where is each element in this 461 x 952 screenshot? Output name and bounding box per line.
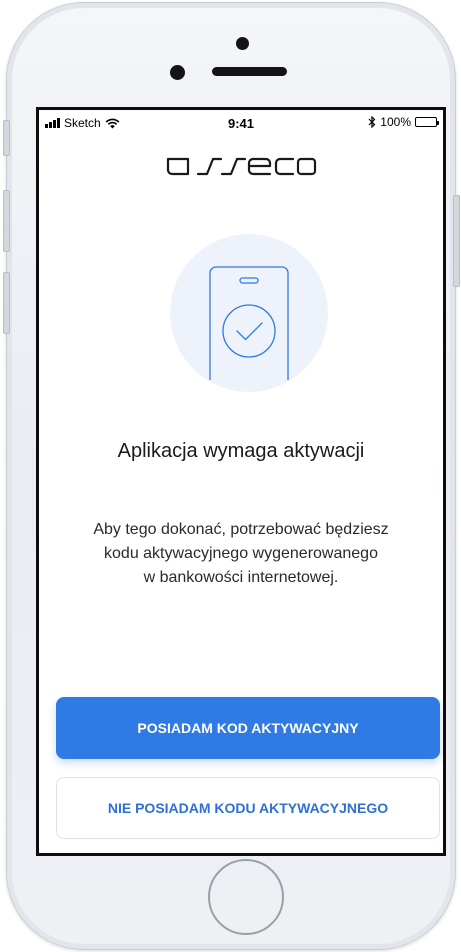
battery-icon	[415, 117, 439, 127]
description-line: kodu aktywacyjnego wygenerowanego	[104, 545, 378, 562]
volume-down-button	[3, 272, 10, 334]
phone-screen: Sketch 9:41 100% Aplikacja wymaga aktywa…	[36, 107, 446, 856]
battery-percent: 100%	[380, 115, 411, 129]
home-button[interactable]	[208, 859, 284, 935]
no-activation-code-button[interactable]: NIE POSIADAM KODU AKTYWACYJNEGO	[56, 777, 440, 839]
status-right: 100%	[368, 115, 439, 129]
bluetooth-icon	[368, 116, 376, 128]
description-text: Aby tego dokonać, potrzebować będziesz k…	[79, 518, 403, 590]
volume-up-button	[3, 190, 10, 252]
no-activation-code-label: NIE POSIADAM KODU AKTYWACYJNEGO	[107, 800, 389, 816]
status-bar: Sketch 9:41 100%	[39, 110, 443, 136]
have-activation-code-label: POSIADAM KOD AKTYWACYJNY	[137, 720, 359, 736]
asseco-logo	[39, 155, 443, 182]
activation-illustration	[170, 234, 328, 392]
page-title: Aplikacja wymaga aktywacji	[117, 440, 365, 462]
description-line: Aby tego dokonać, potrzebować będziesz	[93, 521, 389, 538]
phone-check-icon	[209, 266, 289, 380]
front-camera	[170, 65, 185, 80]
power-button	[453, 195, 460, 287]
have-activation-code-button[interactable]: POSIADAM KOD AKTYWACYJNY	[56, 697, 440, 759]
description-line: w bankowości internetowej.	[143, 569, 339, 586]
phone-frame: Sketch 9:41 100% Aplikacja wymaga aktywa…	[6, 2, 456, 950]
mute-switch	[3, 120, 10, 156]
asseco-logo-mark	[166, 157, 317, 176]
camera-dot	[236, 37, 249, 50]
speaker-grille	[212, 67, 287, 76]
